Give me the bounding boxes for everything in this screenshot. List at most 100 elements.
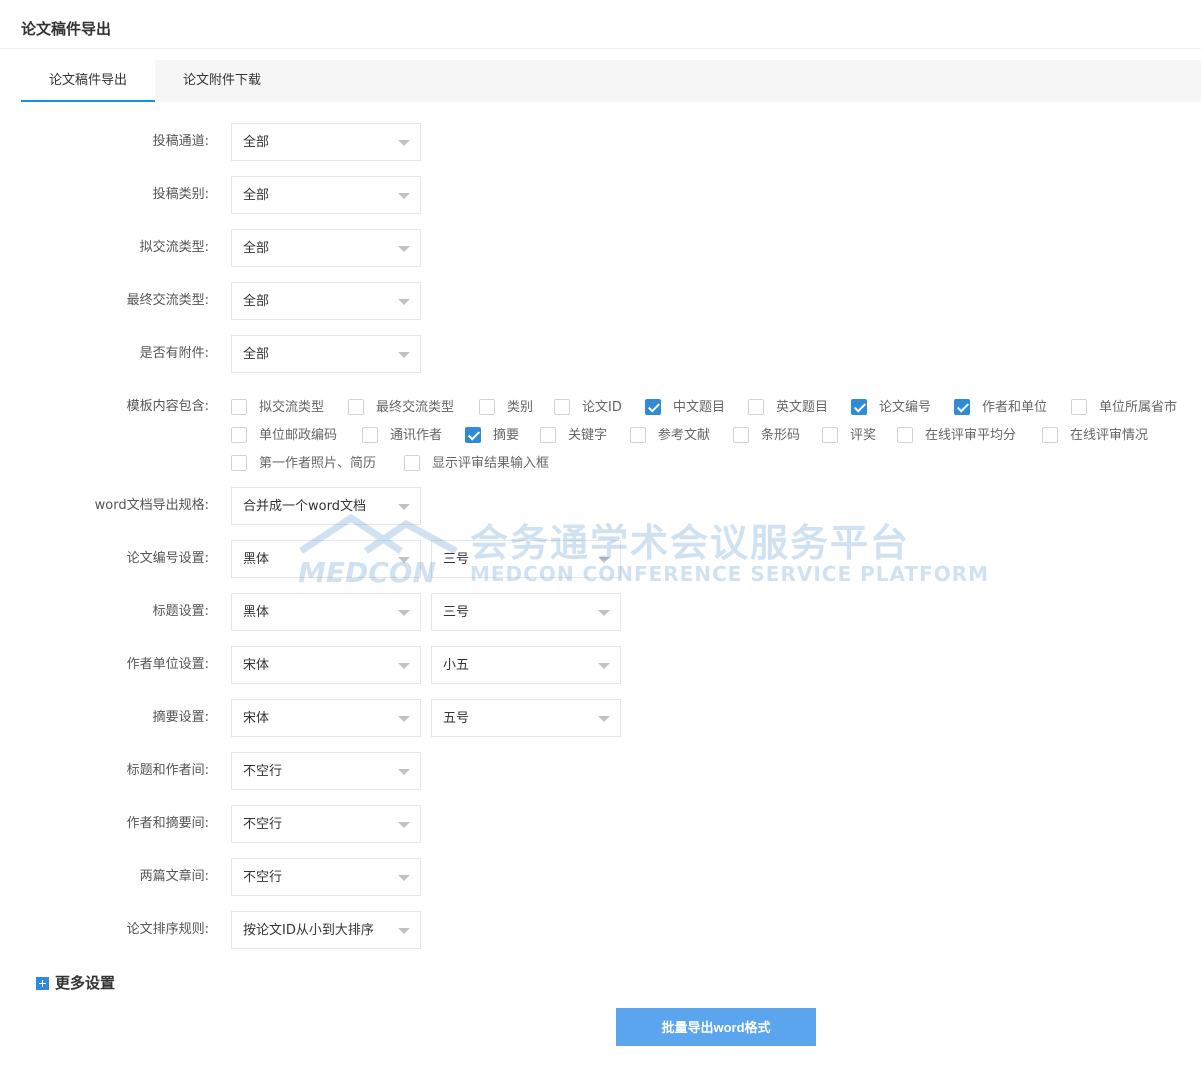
author-font-select[interactable]: 宋体	[231, 646, 421, 684]
checkbox-unchecked-icon	[733, 427, 749, 443]
checkbox-unchecked-icon	[362, 427, 378, 443]
title-font-select[interactable]: 黑体	[231, 593, 421, 631]
caret-down-icon	[398, 875, 410, 881]
checkbox-label: 在线评审情况	[1070, 428, 1149, 443]
select-value: 宋体	[243, 711, 270, 726]
form-label: 论文编号设置:	[126, 551, 209, 566]
form-label: 标题和作者间:	[126, 763, 209, 778]
form-label: 模板内容包含:	[126, 399, 209, 414]
number-size-select[interactable]: 三号	[431, 540, 621, 578]
select-value: 黑体	[243, 552, 270, 567]
form-label: 是否有附件:	[139, 346, 209, 361]
select-value: 三号	[443, 605, 470, 620]
caret-down-icon	[398, 610, 410, 616]
form-row-template: 模板内容包含: 拟交流类型 最终交流类型 类别 论文ID 中文题目 英文题目 论文编号 作者和…	[0, 388, 1201, 474]
checkbox-checked-icon	[954, 399, 970, 415]
form-row-channel: 投稿通道: 全部	[0, 123, 1201, 161]
checkbox-label: 条形码	[761, 428, 801, 443]
checkbox-label: 中文题目	[673, 400, 726, 415]
checkbox-label: 英文题目	[776, 400, 829, 415]
form-row-category: 投稿类别: 全部	[0, 176, 1201, 214]
caret-down-icon	[398, 299, 410, 305]
form-label: 论文排序规则:	[126, 922, 209, 937]
plus-icon	[36, 977, 49, 990]
checkbox-unchecked-icon	[897, 427, 913, 443]
checkbox-label: 论文ID	[582, 400, 622, 415]
title-size-select[interactable]: 三号	[431, 593, 621, 631]
checkbox-label: 作者和单位	[982, 400, 1048, 415]
tab-bar: 论文稿件导出 论文附件下载	[21, 60, 1201, 102]
checkbox-label: 在线评审平均分	[925, 428, 1017, 443]
final-type-select[interactable]: 全部	[231, 282, 421, 320]
caret-down-icon	[398, 663, 410, 669]
tab-attachment-download[interactable]: 论文附件下载	[155, 60, 289, 102]
form-label: 投稿类别:	[152, 187, 209, 202]
select-value: 三号	[443, 552, 470, 567]
checkbox-checked-icon	[645, 399, 661, 415]
checkbox-unchecked-icon	[554, 399, 570, 415]
caret-down-icon	[598, 557, 610, 563]
caret-down-icon	[398, 352, 410, 358]
select-value: 全部	[243, 188, 270, 203]
select-value: 按论文ID从小到大排序	[243, 923, 374, 938]
title-author-gap-select[interactable]: 不空行	[231, 752, 421, 790]
checkbox-label: 拟交流类型	[259, 400, 325, 415]
checkbox-unchecked-icon	[748, 399, 764, 415]
checkbox-label: 单位邮政编码	[259, 428, 338, 443]
abstract-size-select[interactable]: 五号	[431, 699, 621, 737]
channel-select[interactable]: 全部	[231, 123, 421, 161]
caret-down-icon	[598, 716, 610, 722]
more-settings-label: 更多设置	[55, 974, 116, 992]
form-label: 拟交流类型:	[139, 240, 209, 255]
checkbox-label: 论文编号	[879, 400, 932, 415]
proposed-type-select[interactable]: 全部	[231, 229, 421, 267]
checkbox-label: 摘要	[493, 428, 520, 443]
checkbox-label: 显示评审结果输入框	[432, 456, 550, 471]
has-attachment-select[interactable]: 全部	[231, 335, 421, 373]
form-row-title-setting: 标题设置: 黑体 三号	[0, 593, 1201, 631]
select-value: 不空行	[243, 764, 283, 779]
form-row-author-setting: 作者单位设置: 宋体 小五	[0, 646, 1201, 684]
select-value: 全部	[243, 135, 270, 150]
tab-paper-export[interactable]: 论文稿件导出	[21, 60, 155, 102]
form-label: 标题设置:	[152, 604, 209, 619]
checkbox-label: 评奖	[850, 428, 877, 443]
form-row-proposed-type: 拟交流类型: 全部	[0, 229, 1201, 267]
caret-down-icon	[398, 193, 410, 199]
form-label: 摘要设置:	[152, 710, 209, 725]
select-value: 全部	[243, 294, 270, 309]
form-label: 作者和摘要间:	[126, 816, 209, 831]
select-value: 合并成一个word文档	[243, 499, 366, 514]
checkbox-unchecked-icon	[479, 399, 495, 415]
author-size-select[interactable]: 小五	[431, 646, 621, 684]
select-value: 黑体	[243, 605, 270, 620]
caret-down-icon	[398, 716, 410, 722]
checkbox-label: 最终交流类型	[376, 400, 455, 415]
checkbox-unchecked-icon	[231, 399, 247, 415]
checkbox-unchecked-icon	[231, 427, 247, 443]
page-title: 论文稿件导出	[21, 20, 112, 38]
author-abstract-gap-select[interactable]: 不空行	[231, 805, 421, 843]
checkbox-unchecked-icon	[540, 427, 556, 443]
word-spec-select[interactable]: 合并成一个word文档	[231, 487, 421, 525]
form-row-word-spec: word文档导出规格: 合并成一个word文档	[0, 487, 1201, 525]
checkbox-label: 类别	[507, 400, 534, 415]
article-gap-select[interactable]: 不空行	[231, 858, 421, 896]
select-value: 不空行	[243, 817, 283, 832]
form-label: word文档导出规格:	[94, 498, 209, 513]
number-font-select[interactable]: 黑体	[231, 540, 421, 578]
batch-export-word-button[interactable]: 批量导出word格式	[616, 1008, 816, 1046]
abstract-font-select[interactable]: 宋体	[231, 699, 421, 737]
select-value: 小五	[443, 658, 470, 673]
checkbox-checked-icon	[851, 399, 867, 415]
caret-down-icon	[598, 610, 610, 616]
checkbox-unchecked-icon	[1071, 399, 1087, 415]
sort-rule-select[interactable]: 按论文ID从小到大排序	[231, 911, 421, 949]
form-row-number-setting: 论文编号设置: 黑体 三号	[0, 540, 1201, 578]
checkbox-unchecked-icon	[822, 427, 838, 443]
select-value: 五号	[443, 711, 470, 726]
checkbox-unchecked-icon	[348, 399, 364, 415]
form-row-article-gap: 两篇文章间: 不空行	[0, 858, 1201, 896]
checkbox-unchecked-icon	[231, 455, 247, 471]
category-select[interactable]: 全部	[231, 176, 421, 214]
